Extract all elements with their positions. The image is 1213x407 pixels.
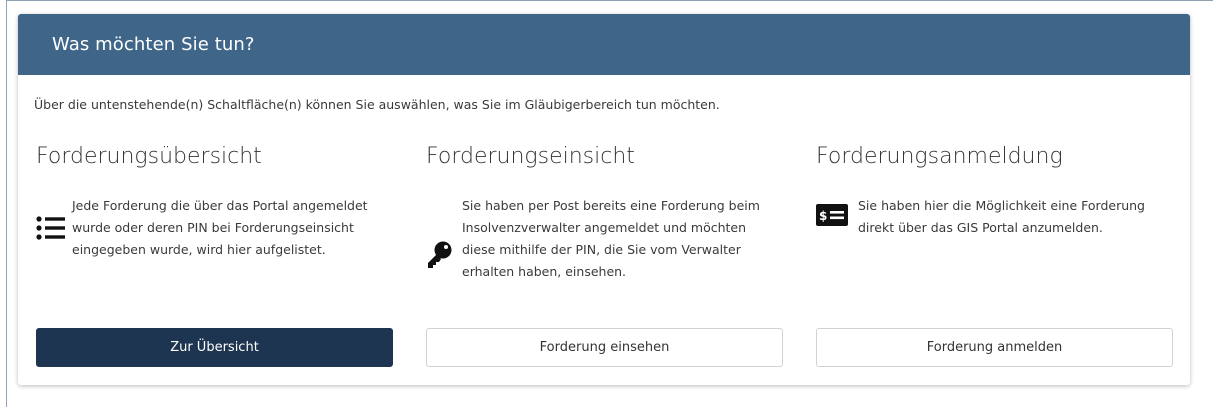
option-forderungsanmeldung: Forderungsanmeldung $ Sie haben hier die… — [816, 144, 1174, 239]
panel-title: Was möchten Sie tun? — [52, 34, 255, 55]
option-description: Sie haben per Post bereits eine Forderun… — [462, 198, 760, 279]
option-description: Sie haben hier die Möglichkeit eine Ford… — [858, 198, 1145, 235]
zur-uebersicht-button[interactable]: Zur Übersicht — [36, 328, 393, 367]
money-bill-icon: $ — [816, 204, 848, 226]
option-title: Forderungseinsicht — [426, 144, 635, 169]
option-description: Jede Forderung die über das Portal angem… — [72, 198, 368, 257]
panel-header: Was möchten Sie tun? — [18, 14, 1190, 75]
option-title: Forderungsanmeldung — [816, 144, 1063, 169]
list-icon — [36, 215, 66, 241]
frame-border-left — [6, 0, 7, 407]
option-description-row: $ Sie haben hier die Möglichkeit eine Fo… — [816, 195, 1161, 239]
key-icon — [426, 241, 452, 269]
option-forderungsuebersicht: Forderungsübersicht Jede Forderung die ü… — [36, 144, 394, 261]
option-description-row: Sie haben per Post bereits eine Forderun… — [426, 195, 766, 283]
action-panel: Was möchten Sie tun? Über die untenstehe… — [18, 14, 1190, 385]
svg-text:$: $ — [819, 209, 827, 223]
option-title: Forderungsübersicht — [36, 144, 262, 169]
option-forderungseinsicht: Forderungseinsicht Sie haben per Post be… — [426, 144, 784, 283]
forderung-einsehen-button[interactable]: Forderung einsehen — [426, 328, 783, 367]
forderung-anmelden-button[interactable]: Forderung anmelden — [816, 328, 1173, 367]
intro-text: Über die untenstehende(n) Schaltfläche(n… — [34, 97, 720, 112]
option-description-row: Jede Forderung die über das Portal angem… — [36, 195, 381, 261]
frame-border-top — [6, 0, 1213, 1]
